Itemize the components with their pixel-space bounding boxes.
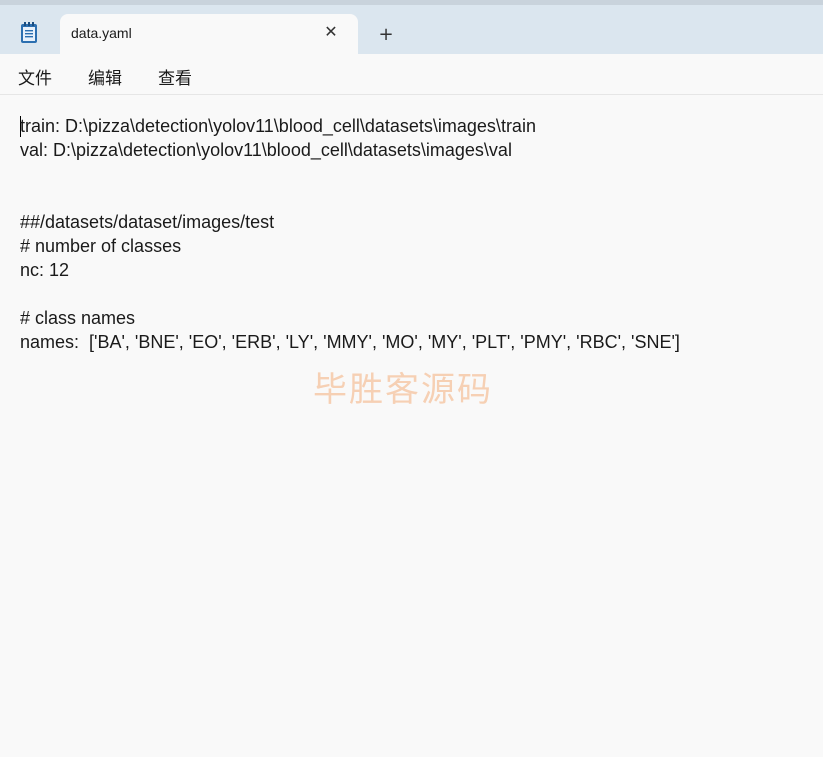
- title-bar: data.yaml ✕ +: [0, 0, 823, 54]
- editor-line: # number of classes: [20, 236, 182, 256]
- editor-line: # class names: [20, 308, 136, 328]
- tab-data-yaml[interactable]: data.yaml ✕: [60, 14, 358, 54]
- text-editor[interactable]: [0, 95, 823, 757]
- plus-icon[interactable]: +: [375, 24, 397, 46]
- editor-line: ##/datasets/dataset/images/test: [20, 212, 275, 232]
- top-strip: [0, 0, 823, 5]
- watermark-text: 毕胜客源码: [313, 370, 493, 410]
- editor-line: nc: 12: [20, 260, 70, 280]
- menu-edit[interactable]: 编辑: [88, 64, 122, 89]
- menu-file[interactable]: 文件: [18, 64, 52, 89]
- close-icon[interactable]: ✕: [322, 23, 340, 41]
- tab-title: data.yaml: [71, 25, 132, 41]
- menu-view[interactable]: 查看: [158, 64, 192, 89]
- notepad-icon: [21, 22, 37, 43]
- editor-line: val: D:\pizza\detection\yolov11\blood_ce…: [20, 140, 512, 160]
- editor-line: names: ['BA', 'BNE', 'EO', 'ERB', 'LY', …: [20, 332, 680, 352]
- menu-bar: 文件 编辑 查看: [0, 54, 823, 95]
- editor-line: train: D:\pizza\detection\yolov11\blood_…: [20, 116, 536, 136]
